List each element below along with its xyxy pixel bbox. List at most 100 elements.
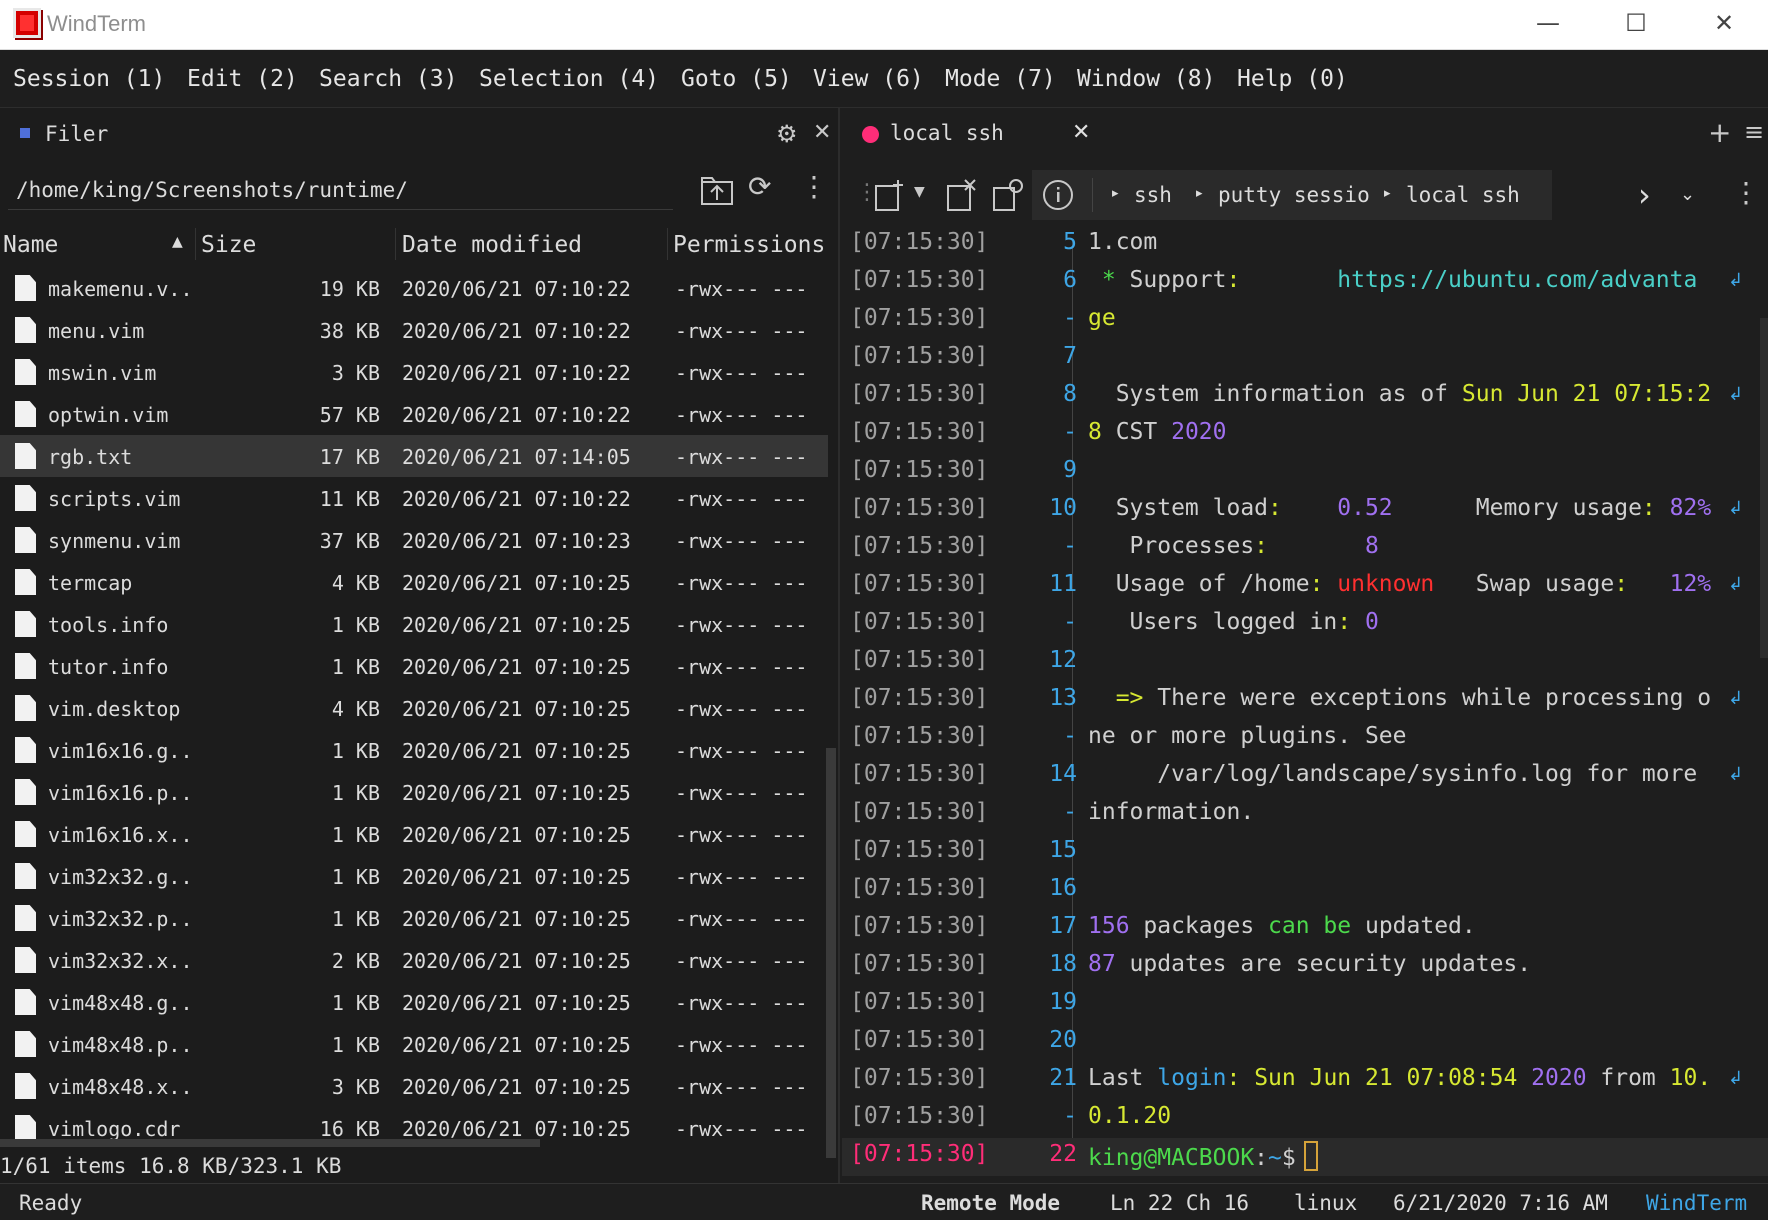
file-name: vim48x48.x..: [48, 1075, 190, 1099]
filer-horizontal-scrollbar[interactable]: [0, 1139, 540, 1147]
status-mode[interactable]: Remote Mode: [921, 1191, 1060, 1215]
menu-search[interactable]: Search (3): [319, 66, 457, 92]
terminal-output[interactable]: [07:15:30] 5 1.com [07:15:30] 6 * Support: h…: [842, 226, 1768, 1176]
file-row[interactable]: vim16x16.p.. 1 KB 2020/06/21 07:10:25 -rwx-…: [0, 771, 828, 813]
filer-vertical-scrollbar[interactable]: [826, 748, 836, 1158]
file-size: 1 KB: [331, 781, 380, 805]
column-permissions[interactable]: Permissions: [673, 232, 825, 258]
file-row[interactable]: makemenu.v.. 19 KB 2020/06/21 07:10:22 -rwx…: [0, 267, 828, 309]
chevron-right-icon[interactable]: ›: [1638, 176, 1651, 214]
file-row[interactable]: vim.desktop 4 KB 2020/06/21 07:10:25 -rwx--…: [0, 687, 828, 729]
terminal-line: [07:15:30] 17 156 packages can be updated.: [842, 910, 1768, 948]
file-date: 2020/06/21 07:10:25: [402, 949, 631, 973]
line-timestamp: [07:15:30]: [850, 989, 989, 1015]
maximize-button[interactable]: ☐: [1592, 0, 1680, 46]
line-number: 16: [1049, 875, 1077, 901]
minimize-button[interactable]: —: [1504, 0, 1592, 46]
file-row[interactable]: tools.info 1 KB 2020/06/21 07:10:25 -rwx---…: [0, 603, 828, 645]
line-timestamp: [07:15:30]: [850, 419, 989, 445]
file-row[interactable]: vim32x32.g.. 1 KB 2020/06/21 07:10:25 -rwx-…: [0, 855, 828, 897]
menu-edit[interactable]: Edit (2): [187, 66, 298, 92]
line-timestamp: [07:15:30]: [850, 495, 989, 521]
file-name: rgb.txt: [48, 445, 133, 469]
column-size[interactable]: Size: [201, 232, 256, 258]
file-row[interactable]: vim48x48.p.. 1 KB 2020/06/21 07:10:25 -rwx-…: [0, 1023, 828, 1065]
file-row[interactable]: mswin.vim 3 KB 2020/06/21 07:10:22 -rwx--- …: [0, 351, 828, 393]
breadcrumb-local-ssh[interactable]: local ssh: [1406, 183, 1520, 207]
new-session-dropdown-icon[interactable]: ▼: [914, 184, 925, 200]
terminal-line: [07:15:30] 10 System load: 0.52 Memory us…: [842, 492, 1768, 530]
close-button[interactable]: ✕: [1680, 0, 1768, 46]
menu-help[interactable]: Help (0): [1237, 66, 1348, 92]
info-icon[interactable]: [1042, 179, 1074, 211]
path-input[interactable]: /home/king/Screenshots/runtime/: [8, 170, 673, 210]
breadcrumb-arrow-icon: ▸: [1112, 186, 1119, 201]
terminal-vertical-scrollbar[interactable]: [1760, 318, 1768, 658]
line-timestamp: [07:15:30]: [850, 267, 989, 293]
tab-close-icon[interactable]: ✕: [1072, 120, 1090, 145]
file-row[interactable]: synmenu.vim 37 KB 2020/06/21 07:10:23 -rwx-…: [0, 519, 828, 561]
menu-session[interactable]: Session (1): [13, 66, 165, 92]
file-row[interactable]: vim48x48.x.. 3 KB 2020/06/21 07:10:25 -rwx-…: [0, 1065, 828, 1107]
file-name: vim32x32.p..: [48, 907, 190, 931]
session-breadcrumb: ▸ ssh ▸ putty sessio ▸ local ssh: [1032, 170, 1552, 220]
file-row[interactable]: vim16x16.x.. 1 KB 2020/06/21 07:10:25 -rwx-…: [0, 813, 828, 855]
file-row[interactable]: rgb.txt 17 KB 2020/06/21 07:14:05 -rwx--- -…: [0, 435, 828, 477]
close-session-icon[interactable]: [946, 178, 978, 212]
file-row[interactable]: menu.vim 38 KB 2020/06/21 07:10:22 -rwx--- …: [0, 309, 828, 351]
status-os[interactable]: linux: [1294, 1191, 1357, 1215]
menu-window[interactable]: Window (8): [1077, 66, 1215, 92]
breadcrumb-ssh[interactable]: ssh: [1134, 183, 1172, 207]
terminal-line: [07:15:30] 9: [842, 454, 1768, 492]
chevron-down-icon[interactable]: ⌄: [1680, 184, 1695, 205]
file-row[interactable]: vim48x48.g.. 1 KB 2020/06/21 07:10:25 -rwx-…: [0, 981, 828, 1023]
terminal-more-icon[interactable]: ⋮: [1732, 176, 1760, 209]
terminal-line: [07:15:30] 14 /var/log/landscape/sysinfo.…: [842, 758, 1768, 796]
file-permissions: -rwx--- ---: [675, 277, 808, 301]
file-date: 2020/06/21 07:10:22: [402, 487, 631, 511]
filer-tab[interactable]: Filer ⚙ ✕: [0, 108, 838, 162]
file-row[interactable]: optwin.vim 57 KB 2020/06/21 07:10:22 -rwx--…: [0, 393, 828, 435]
file-date: 2020/06/21 07:10:25: [402, 865, 631, 889]
menu-view[interactable]: View (6): [813, 66, 924, 92]
file-row[interactable]: scripts.vim 11 KB 2020/06/21 07:10:22 -rwx-…: [0, 477, 828, 519]
duplicate-session-icon[interactable]: [992, 178, 1024, 212]
file-row[interactable]: vim16x16.g.. 1 KB 2020/06/21 07:10:25 -rwx-…: [0, 729, 828, 771]
upload-icon[interactable]: [700, 174, 734, 206]
line-number: 13: [1049, 685, 1077, 711]
file-row[interactable]: tutor.info 1 KB 2020/06/21 07:10:25 -rwx---…: [0, 645, 828, 687]
new-tab-plus-icon[interactable]: +: [1708, 116, 1731, 149]
filer-tab-marker-icon: [20, 128, 30, 138]
line-timestamp: [07:15:30]: [850, 723, 989, 749]
file-name: vim16x16.p..: [48, 781, 190, 805]
menu-goto[interactable]: Goto (5): [681, 66, 792, 92]
line-segment: 156: [1088, 913, 1130, 939]
tab-menu-icon[interactable]: ≡: [1744, 118, 1764, 146]
wrap-indicator-icon: ↲: [1728, 498, 1744, 519]
menu-selection[interactable]: Selection (4): [479, 66, 659, 92]
more-vert-icon[interactable]: ⋮: [800, 170, 828, 203]
refresh-icon[interactable]: ⟳: [748, 170, 771, 203]
filer-close-icon[interactable]: ✕: [813, 120, 831, 145]
gear-icon[interactable]: ⚙: [776, 120, 798, 148]
status-position[interactable]: Ln 22 Ch 16: [1110, 1191, 1249, 1215]
line-segment: Sun Jun 21 07:15:2: [1461, 381, 1712, 407]
column-date-modified[interactable]: Date modified: [402, 232, 582, 258]
file-row[interactable]: vim32x32.x.. 2 KB 2020/06/21 07:10:25 -rwx-…: [0, 939, 828, 981]
file-name: vim16x16.g..: [48, 739, 190, 763]
file-row[interactable]: termcap 4 KB 2020/06/21 07:10:25 -rwx--- --…: [0, 561, 828, 603]
status-app-name[interactable]: WindTerm: [1646, 1191, 1747, 1215]
menu-mode[interactable]: Mode (7): [945, 66, 1056, 92]
terminal-tab[interactable]: local ssh ✕ + ≡: [842, 108, 1768, 162]
file-date: 2020/06/21 07:10:25: [402, 571, 631, 595]
wrap-indicator-icon: ↲: [1728, 270, 1744, 291]
line-segment: :: [1226, 1065, 1255, 1091]
wrap-indicator-icon: ↲: [1728, 1068, 1744, 1089]
new-session-icon[interactable]: [874, 178, 906, 212]
column-name[interactable]: Name: [3, 232, 58, 258]
line-timestamp: [07:15:30]: [850, 229, 989, 255]
breadcrumb-putty-session[interactable]: putty sessio: [1218, 183, 1370, 207]
file-row[interactable]: vim32x32.p.. 1 KB 2020/06/21 07:10:25 -rwx-…: [0, 897, 828, 939]
file-icon: [15, 863, 36, 889]
line-text: king@MACBOOK:~$: [1088, 1141, 1318, 1171]
